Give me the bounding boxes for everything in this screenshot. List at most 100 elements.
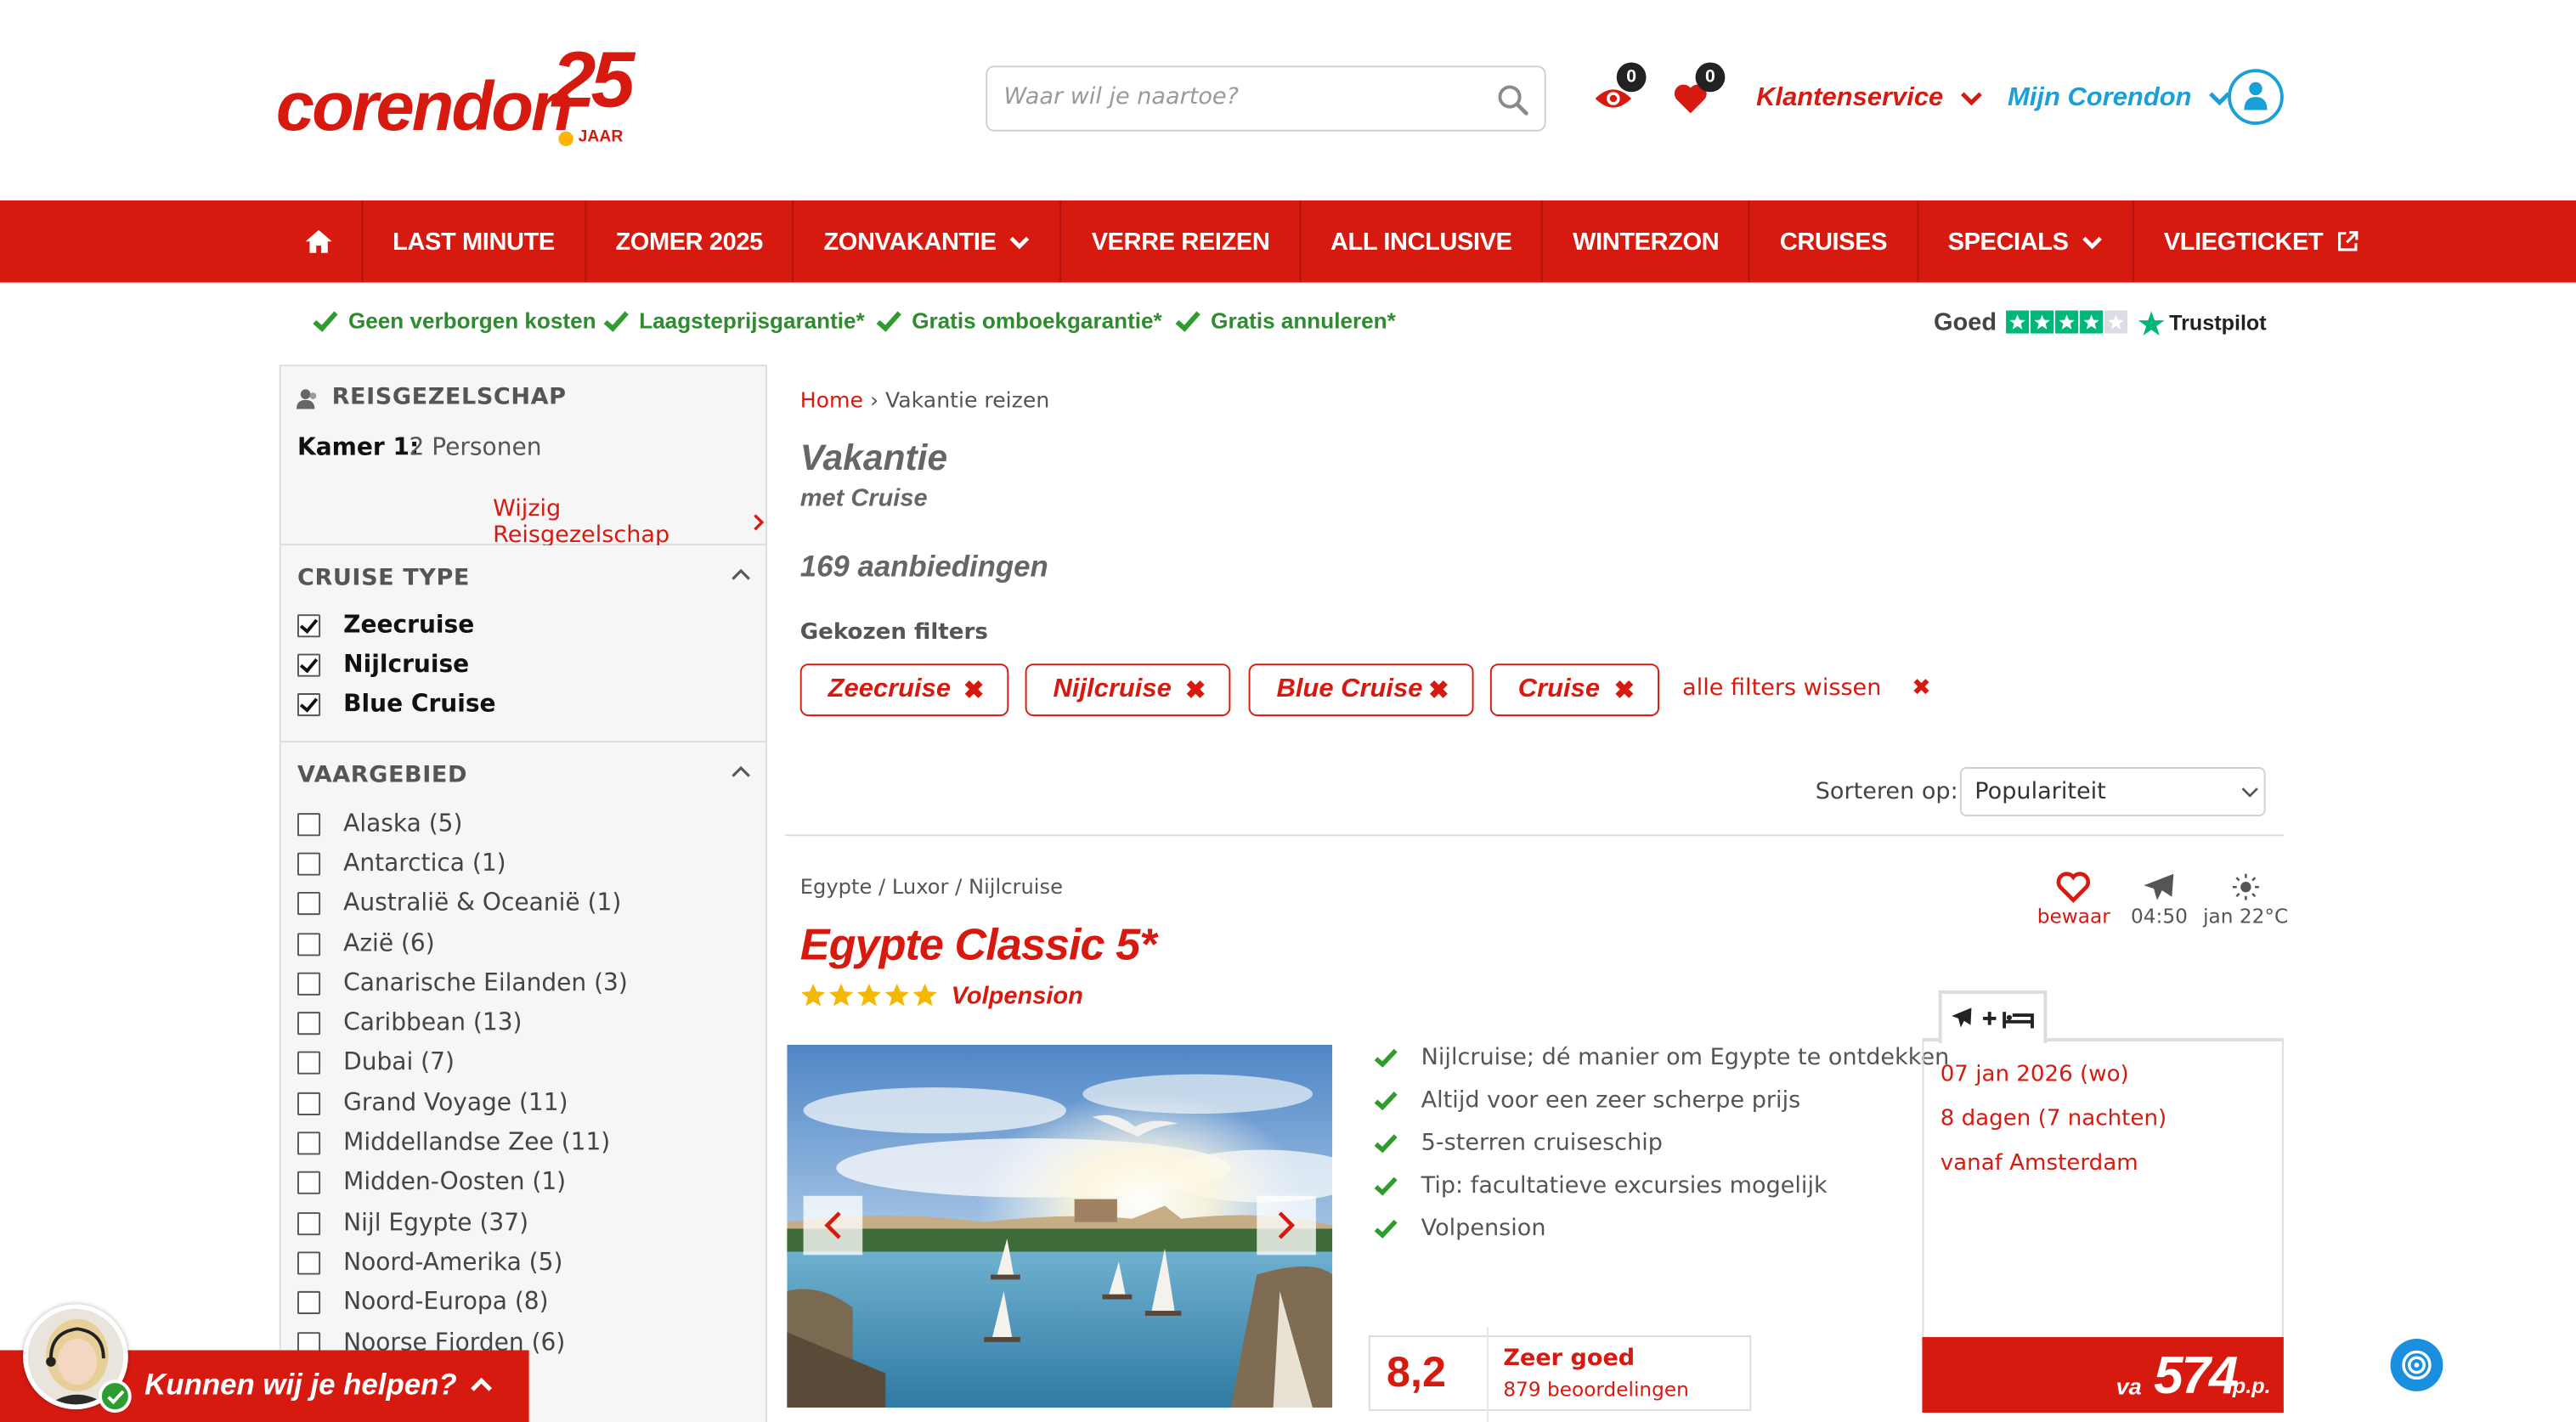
corendon-logo[interactable]: corendon 25 JAAR [263,39,644,157]
checkbox-area[interactable] [297,1171,321,1194]
feature-label: Nijlcruise; dé manier om Egypte te ontde… [1421,1044,1950,1071]
trust-rating-label: Goed [1933,308,1997,337]
customer-service-menu[interactable]: Klantenservice [1756,82,1983,116]
checkbox-area[interactable] [297,933,321,956]
filter-chip-blue-cruise[interactable]: Blue Cruise ✖ [1248,663,1474,717]
save-button[interactable]: bewaar [2037,871,2110,928]
filter-label[interactable]: Zeecruise [343,612,474,639]
favorites-button[interactable]: 0 [1669,62,1726,121]
logo-dot-icon [558,131,573,147]
checkbox-area[interactable] [297,1131,321,1155]
usp-label: Gratis annuleren* [1211,308,1396,334]
checkbox-area[interactable] [297,1212,321,1236]
chip-label: Blue Cruise [1276,674,1423,703]
usp-item: Gratis annuleren* [1175,309,1396,334]
checkbox-zeecruise[interactable] [297,614,321,638]
nav-home[interactable] [276,200,364,283]
trip-duration: 8 dagen (7 nachten) [1940,1105,2167,1132]
nav-zonvakantie[interactable]: ZONVAKANTIE [794,200,1062,283]
checkbox-area[interactable] [297,1290,321,1314]
change-party-link[interactable]: Wijzig Reisgezelschap [493,496,765,549]
breadcrumb-home[interactable]: Home [800,389,863,414]
sort-select[interactable]: Populariteit [1959,767,2266,817]
feature-item: Nijlcruise; dé manier om Egypte te ontde… [1374,1044,1950,1071]
next-photo-button[interactable] [1257,1195,1316,1256]
chevron-up-icon[interactable] [470,1376,493,1392]
area-label[interactable]: Nijl Egypte (37) [343,1210,528,1237]
checkbox-area[interactable] [297,972,321,996]
clear-filters-link[interactable]: alle filters wissen ✖ [1682,675,1931,702]
chevron-up-icon[interactable] [731,568,750,581]
checkbox-area[interactable] [297,1092,321,1115]
nav-specials[interactable]: SPECIALS [1918,200,2134,283]
area-label[interactable]: Grand Voyage (11) [343,1091,568,1117]
area-label[interactable]: Caribbean (13) [343,1010,522,1036]
area-label[interactable]: Midden-Oosten (1) [343,1170,566,1196]
party-title: REISGEZELSCHAP [331,384,567,411]
search-box[interactable] [986,65,1546,132]
area-label[interactable]: Alaska (5) [343,811,462,838]
chevron-up-icon[interactable] [731,765,750,778]
filter-chip-nijlcruise[interactable]: Nijlcruise ✖ [1025,663,1231,717]
nav-winterzon[interactable]: WINTERZON [1543,200,1751,283]
checkbox-area[interactable] [297,813,321,837]
remove-icon[interactable]: ✖ [1185,675,1206,705]
nav-label: CRUISES [1779,227,1888,256]
review-score[interactable]: 8,2 Zeer goed 879 beoordelingen [1368,1327,1752,1422]
remove-icon[interactable]: ✖ [963,675,984,705]
chevron-down-icon [2082,235,2102,249]
nav-verre-reizen[interactable]: VERRE REIZEN [1062,200,1302,283]
feature-item: 5-sterren cruiseschip [1374,1130,1663,1156]
group-icon [297,389,317,409]
checkbox-area[interactable] [297,1012,321,1035]
viewed-button[interactable]: 0 [1590,62,1647,121]
area-label[interactable]: Dubai (7) [343,1050,455,1076]
breadcrumb: Home › Vakantie reizen [800,389,1050,414]
search-icon[interactable] [1497,84,1530,123]
my-account-menu[interactable]: Mijn Corendon [2008,82,2231,116]
area-label[interactable]: Canarische Eilanden (3) [343,971,628,997]
departure-date: 07 jan 2026 (wo) [1940,1061,2129,1088]
area-label[interactable]: Australië & Oceanië (1) [343,890,621,917]
area-label[interactable]: Azië (6) [343,931,435,957]
checkbox-area[interactable] [297,852,321,876]
nav-all-inclusive[interactable]: ALL INCLUSIVE [1301,200,1544,283]
trustpilot-brand: Trustpilot [2169,310,2267,336]
filter-chip-cruise[interactable]: Cruise ✖ [1489,663,1660,717]
area-label[interactable]: Noord-Amerika (5) [343,1250,562,1277]
area-label[interactable]: Noord-Europa (8) [343,1289,548,1316]
remove-icon[interactable]: ✖ [1428,675,1449,705]
search-input[interactable] [1003,83,1481,110]
nav-zomer-2025[interactable]: ZOMER 2025 [586,200,794,283]
nav-vliegticket[interactable]: VLIEGTICKET [2134,200,2389,283]
feature-item: Altijd voor een zeer scherpe prijs [1374,1087,1800,1114]
checkbox-area[interactable] [297,891,321,916]
price-button[interactable]: va 574 p.p. [1922,1337,2284,1413]
party-panel: REISGEZELSCHAP Kamer 1: 2 Personen Wijzi… [279,364,768,549]
result-title[interactable]: Egypte Classic 5* [800,920,1157,971]
prev-photo-button[interactable] [803,1195,863,1256]
chip-label: Cruise [1517,674,1601,703]
remove-icon[interactable]: ✖ [1912,675,1931,702]
board-type: Volpension [951,982,1083,1011]
account-button[interactable] [2228,69,2284,125]
weather: jan 22°C [2203,871,2288,928]
area-label[interactable]: Antarctica (1) [343,851,506,877]
remove-icon[interactable]: ✖ [1614,675,1635,705]
nav-label: SPECIALS [1947,227,2069,256]
nav-cruises[interactable]: CRUISES [1750,200,1918,283]
checkbox-blue-cruise[interactable] [297,693,321,717]
accessibility-button[interactable] [2390,1338,2443,1391]
filter-label[interactable]: Blue Cruise [343,691,495,718]
trustpilot-widget[interactable]: Goed Trustpilot [1934,309,2267,337]
hotel-photo[interactable] [787,1044,1333,1408]
filter-label[interactable]: Nijlcruise [343,652,469,679]
filter-chip-zeecruise[interactable]: Zeecruise ✖ [799,663,1009,717]
area-label[interactable]: Middellandse Zee (11) [343,1130,610,1156]
checkbox-nijlcruise[interactable] [297,653,321,677]
flight-hotel-tab[interactable] [1938,990,2048,1043]
checkbox-area[interactable] [297,1251,321,1275]
external-link-icon [2338,231,2359,251]
nav-last-minute[interactable]: LAST MINUTE [363,200,586,283]
checkbox-area[interactable] [297,1051,321,1075]
